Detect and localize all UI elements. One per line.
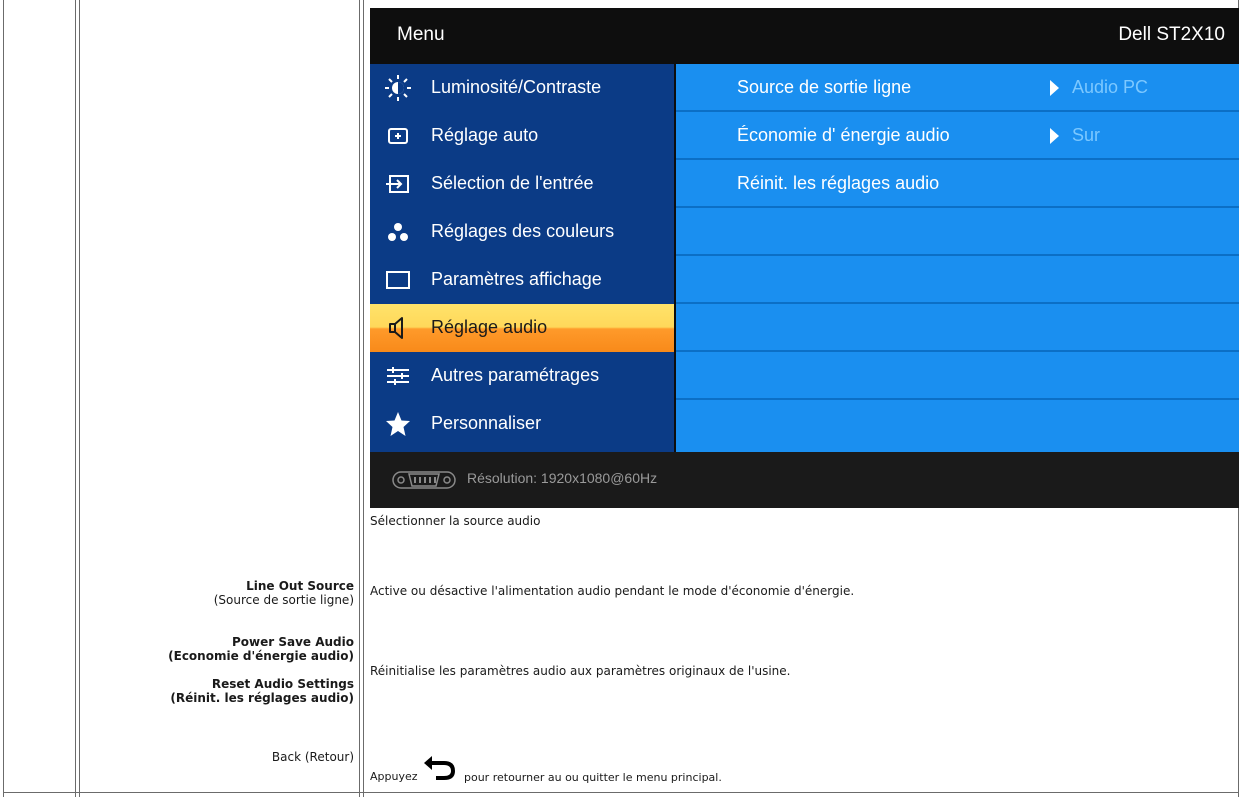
row-label: Back (Retour): [271, 750, 354, 764]
menu-item-personalize[interactable]: Personnaliser: [370, 400, 674, 448]
speaker-icon: [389, 317, 403, 339]
submenu-value: Audio PC: [1072, 77, 1149, 97]
osd-footer: Résolution: 1920x1080@60Hz: [370, 452, 1239, 508]
resolution-text: Résolution: 1920x1080@60Hz: [467, 470, 658, 486]
submenu-empty-row: [676, 208, 1239, 256]
osd-submenu: Source de sortie ligne Audio PC Économie…: [676, 64, 1239, 452]
row-label: Reset Audio Settings: [211, 677, 354, 691]
row-label: Power Save Audio: [231, 635, 354, 649]
menu-item-display-settings[interactable]: Paramètres affichage: [370, 256, 674, 304]
arrow-right-icon: [1050, 80, 1059, 96]
row-sublabel: (Economie d'énergie audio): [168, 649, 354, 663]
other-settings-icon: [387, 367, 409, 385]
back-text-after: pour retourner au ou quitter le menu pri…: [464, 771, 722, 784]
menu-item-label: Réglages des couleurs: [431, 221, 615, 241]
star-icon: [386, 412, 410, 436]
brightness-icon: [385, 75, 411, 101]
osd-menu: Menu Dell ST2X10 Luminosité/Contraste Ré…: [370, 8, 1239, 508]
menu-item-label: Personnaliser: [431, 413, 542, 433]
row-label-back: Back (Retour): [272, 750, 354, 764]
menu-item-auto-adjust[interactable]: Réglage auto: [370, 112, 674, 160]
display-settings-icon: [386, 271, 410, 289]
menu-item-input-source[interactable]: Sélection de l'entrée: [370, 160, 674, 208]
menu-item-label: Autres paramétrages: [431, 365, 600, 385]
frame-line: [359, 0, 360, 797]
row-sublabel: (Source de sortie ligne): [213, 593, 354, 607]
submenu-label: Source de sortie ligne: [737, 77, 912, 97]
auto-adjust-icon: [388, 128, 408, 144]
frame-line: [363, 0, 364, 797]
menu-item-label: Luminosité/Contraste: [431, 77, 602, 97]
row-description: Réinitialise les paramètres audio aux pa…: [370, 664, 791, 678]
submenu-reset-audio[interactable]: Réinit. les réglages audio: [676, 160, 1239, 208]
arrow-right-icon: [1050, 128, 1059, 144]
frame-line-left: [3, 0, 4, 797]
vga-connector-icon: [392, 471, 456, 489]
osd-model-name: Dell ST2X10: [1118, 24, 1225, 45]
osd-header: Menu Dell ST2X10: [370, 8, 1239, 64]
submenu-line-out-source[interactable]: Source de sortie ligne Audio PC: [676, 64, 1239, 112]
submenu-label: Réinit. les réglages audio: [737, 173, 940, 193]
menu-item-label: Sélection de l'entrée: [431, 173, 594, 193]
frame-line: [75, 0, 76, 797]
row-description: Active ou désactive l'alimentation audio…: [370, 584, 855, 598]
input-source-icon: [386, 175, 409, 193]
row-label-line-out-source: Line Out Source (Source de sortie ligne): [214, 579, 354, 607]
menu-item-label: Paramètres affichage: [431, 269, 602, 289]
submenu-empty-row: [676, 400, 1239, 448]
submenu-empty-row: [676, 352, 1239, 400]
menu-item-label: Réglage audio: [431, 317, 548, 337]
menu-item-brightness-contrast[interactable]: Luminosité/Contraste: [370, 64, 674, 112]
osd-title: Menu: [397, 24, 445, 45]
menu-item-other-settings[interactable]: Autres paramétrages: [370, 352, 674, 400]
submenu-power-save-audio[interactable]: Économie d' énergie audio Sur: [676, 112, 1239, 160]
row-label-power-save-audio: Power Save Audio (Economie d'énergie aud…: [168, 635, 354, 663]
osd-main-menu: Luminosité/Contraste Réglage auto Sélect…: [370, 64, 674, 452]
menu-item-label: Réglage auto: [431, 125, 539, 145]
submenu-label: Économie d' énergie audio: [737, 125, 950, 145]
submenu-empty-row: [676, 256, 1239, 304]
back-arrow-icon: [424, 756, 456, 780]
submenu-empty-row: [676, 304, 1239, 352]
row-label-reset-audio: Reset Audio Settings (Réinit. les réglag…: [170, 677, 354, 705]
row-label: Line Out Source: [246, 579, 354, 593]
frame-line: [79, 0, 80, 797]
menu-item-audio-settings[interactable]: Réglage audio: [370, 304, 674, 352]
submenu-value: Sur: [1072, 125, 1101, 145]
color-settings-icon: [388, 223, 408, 241]
intro-text: Sélectionner la source audio: [370, 514, 541, 528]
frame-bottom-line: [3, 792, 1239, 793]
back-text-before: Appuyez: [370, 770, 418, 783]
menu-item-color-settings[interactable]: Réglages des couleurs: [370, 208, 674, 256]
row-sublabel: (Réinit. les réglages audio): [170, 691, 354, 705]
